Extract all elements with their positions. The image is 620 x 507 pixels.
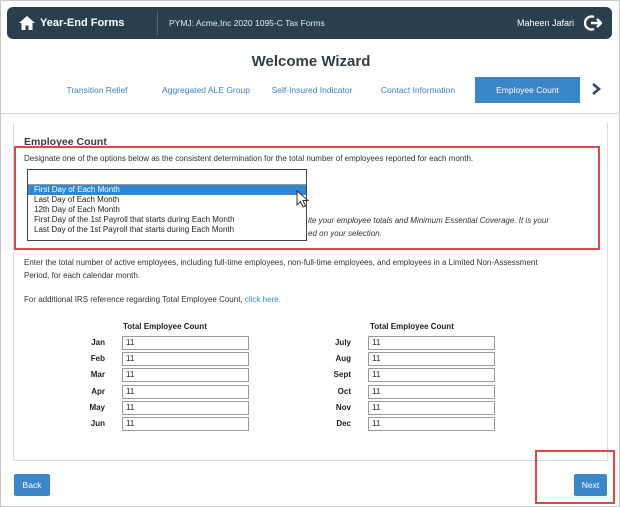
month-label: Nov [335, 403, 351, 412]
divider [1, 113, 620, 114]
count-input-aug[interactable]: 11 [368, 352, 495, 366]
irs-reference-label: For additional IRS reference regarding T… [24, 295, 243, 304]
irs-reference-link[interactable]: click here. [245, 295, 281, 304]
count-input-sept[interactable]: 11 [368, 368, 495, 382]
app-brand[interactable]: Year-End Forms [40, 17, 124, 29]
tab-aggregated-ale-group[interactable]: Aggregated ALE Group [151, 77, 261, 103]
column-header-right: Total Employee Count [370, 322, 454, 331]
user-name[interactable]: Maheen Jafari [517, 18, 574, 28]
month-label: Aug [335, 354, 351, 363]
month-label: Feb [90, 354, 105, 363]
count-input-july[interactable]: 11 [368, 336, 495, 350]
enter-instruction-line1: Enter the total number of active employe… [24, 258, 538, 267]
top-bar: Year-End Forms PYMJ: Acme,Inc 2020 1095-… [7, 7, 612, 39]
column-header-left: Total Employee Count [123, 322, 207, 331]
month-label: Jun [90, 419, 105, 428]
count-input-may[interactable]: 11 [122, 401, 249, 415]
page-title: Welcome Wizard [251, 53, 371, 70]
count-input-jan[interactable]: 11 [122, 336, 249, 350]
month-label: Dec [336, 419, 351, 428]
month-label: Mar [90, 370, 105, 379]
month-label: Jan [91, 338, 105, 347]
back-button[interactable]: Back [14, 474, 50, 496]
chevron-right-icon[interactable] [589, 82, 603, 96]
highlight-box [14, 146, 600, 250]
highlight-box [535, 450, 615, 504]
month-label: Apr [91, 387, 105, 396]
count-input-feb[interactable]: 11 [122, 352, 249, 366]
count-input-apr[interactable]: 11 [122, 385, 249, 399]
logout-icon[interactable] [584, 14, 602, 32]
count-input-dec[interactable]: 11 [368, 417, 495, 431]
tab-contact-information[interactable]: Contact Information [369, 77, 467, 103]
count-input-nov[interactable]: 11 [368, 401, 495, 415]
count-input-oct[interactable]: 11 [368, 385, 495, 399]
count-input-jun[interactable]: 11 [122, 417, 249, 431]
divider [157, 11, 158, 35]
wizard-tabs: Transition Relief Aggregated ALE Group S… [1, 77, 620, 103]
tab-transition-relief[interactable]: Transition Relief [51, 77, 143, 103]
home-icon[interactable] [19, 16, 35, 30]
tab-employee-count[interactable]: Employee Count [475, 77, 580, 103]
app-window: Year-End Forms PYMJ: Acme,Inc 2020 1095-… [0, 0, 620, 507]
enter-instruction-line2: Period, for each calendar month. [24, 271, 141, 280]
month-label: Oct [337, 387, 351, 396]
count-input-mar[interactable]: 11 [122, 368, 249, 382]
company-label: PYMJ: Acme,Inc 2020 1095-C Tax Forms [169, 18, 325, 28]
month-label: July [334, 338, 351, 347]
irs-reference-text: For additional IRS reference regarding T… [24, 294, 281, 306]
month-label: Sept [333, 370, 351, 379]
tab-self-insured-indicator[interactable]: Self-Insured Indicator [263, 77, 361, 103]
month-label: May [89, 403, 105, 412]
